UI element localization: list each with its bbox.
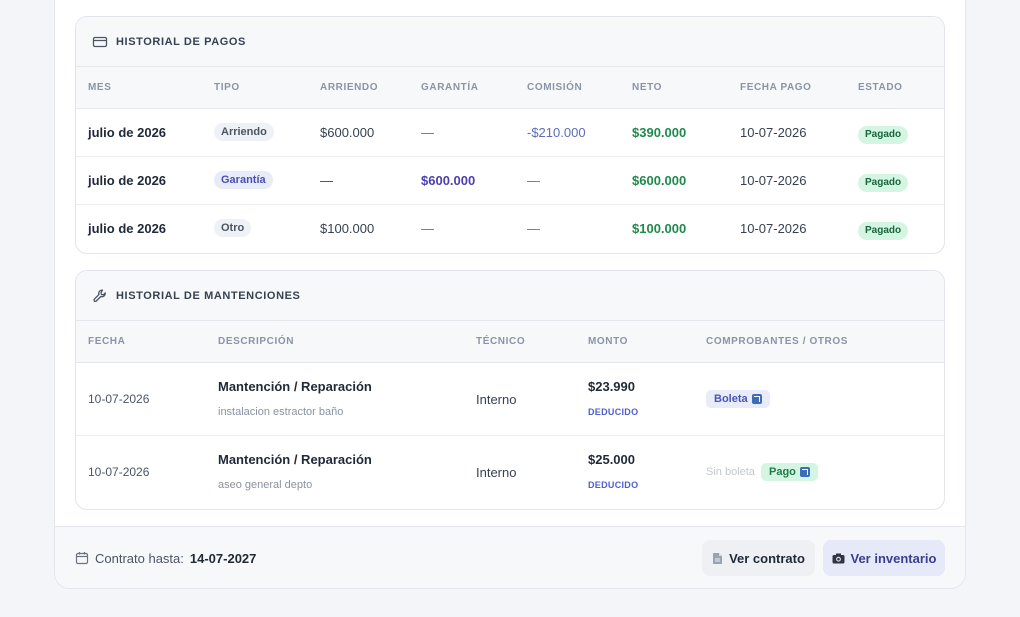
deducido-label: DEDUCIDO xyxy=(588,407,639,417)
row-neto: $390.000 xyxy=(632,125,687,140)
col-mes: MES xyxy=(88,82,112,93)
row-fecha: 10-07-2026 xyxy=(740,173,807,188)
row-fecha: 10-07-2026 xyxy=(88,392,150,406)
row-arriendo: $600.000 xyxy=(320,125,375,140)
row-mes: julio de 2026 xyxy=(88,125,167,140)
payments-history-header: HISTORIAL DE PAGOS xyxy=(76,17,944,67)
table-row: julio de 2026 Garantía — $600.000 — $600… xyxy=(76,157,944,205)
ver-contrato-label: Ver contrato xyxy=(729,550,805,566)
tipo-badge: Garantía xyxy=(214,171,273,189)
sin-boleta-label: Sin boleta xyxy=(706,466,755,478)
document-icon xyxy=(712,552,723,565)
row-detalle: aseo general depto xyxy=(218,479,313,491)
col-descripcion: DESCRIPCIÓN xyxy=(218,336,295,347)
col-fecha: FECHA xyxy=(88,336,126,347)
col-arriendo: ARRIENDO xyxy=(320,82,379,93)
boleta-label: Boleta xyxy=(714,393,748,405)
row-garantia: $600.000 xyxy=(421,173,476,188)
row-neto: $100.000 xyxy=(632,221,687,236)
status-badge: Pagado xyxy=(858,174,909,192)
row-monto: $25.000 xyxy=(588,452,635,467)
wrench-icon xyxy=(92,288,108,304)
table-row: julio de 2026 Otro $100.000 — — $100.000… xyxy=(76,205,944,253)
pago-label: Pago xyxy=(769,466,796,478)
contract-label: Contrato hasta: xyxy=(95,550,184,566)
row-fecha: 10-07-2026 xyxy=(88,465,150,479)
calendar-icon xyxy=(75,551,89,565)
pago-link[interactable]: Pago xyxy=(761,463,818,481)
col-comision: COMISIÓN xyxy=(527,82,583,93)
maintenance-history-title: HISTORIAL DE MANTENCIONES xyxy=(116,289,301,302)
row-comision: — xyxy=(527,173,540,188)
maintenance-history-header: HISTORIAL DE MANTENCIONES xyxy=(76,271,944,321)
contract-date: 14-07-2027 xyxy=(189,550,257,566)
maintenance-history-section: HISTORIAL DE MANTENCIONES FECHA DESCRIPC… xyxy=(75,270,945,510)
row-tecnico: Interno xyxy=(476,465,517,480)
table-row: 10-07-2026 Mantención / Reparación insta… xyxy=(76,363,944,436)
ver-inventario-button[interactable]: Ver inventario xyxy=(823,540,945,576)
payments-history-title: HISTORIAL DE PAGOS xyxy=(116,35,246,48)
row-neto: $600.000 xyxy=(632,173,687,188)
boleta-link[interactable]: Boleta xyxy=(706,390,770,408)
row-titulo: Mantención / Reparación xyxy=(218,379,372,394)
row-mes: julio de 2026 xyxy=(88,221,167,236)
col-estado: ESTADO xyxy=(858,82,903,93)
external-link-icon xyxy=(799,467,810,477)
credit-card-icon xyxy=(92,34,108,50)
payments-history-section: HISTORIAL DE PAGOS MES TIPO ARRIENDO GAR… xyxy=(75,16,945,254)
row-comision: -$210.000 xyxy=(527,125,586,140)
row-fecha: 10-07-2026 xyxy=(740,221,807,236)
col-tipo: TIPO xyxy=(214,82,240,93)
row-monto: $23.990 xyxy=(588,379,635,394)
row-garantia: — xyxy=(421,125,434,140)
contract-info: Contrato hasta: 14-07-2027 xyxy=(75,527,256,589)
row-mes: julio de 2026 xyxy=(88,173,167,188)
row-arriendo: $100.000 xyxy=(320,221,375,236)
table-row: julio de 2026 Arriendo $600.000 — -$210.… xyxy=(76,109,944,157)
ver-contrato-button[interactable]: Ver contrato xyxy=(702,540,815,576)
table-row: 10-07-2026 Mantención / Reparación aseo … xyxy=(76,436,944,509)
col-garantia: GARANTÍA xyxy=(421,82,479,93)
col-tecnico: TÉCNICO xyxy=(476,336,526,347)
col-fecha-pago: FECHA PAGO xyxy=(740,82,812,93)
row-garantia: — xyxy=(421,221,434,236)
col-neto: NETO xyxy=(632,82,662,93)
row-titulo: Mantención / Reparación xyxy=(218,452,372,467)
card-footer: Contrato hasta: 14-07-2027 Ver contrato … xyxy=(55,526,965,588)
tipo-badge: Arriendo xyxy=(214,123,274,141)
external-link-icon xyxy=(751,394,762,404)
camera-icon xyxy=(832,553,845,564)
tipo-badge: Otro xyxy=(214,219,252,237)
col-monto: MONTO xyxy=(588,336,629,347)
col-comprobantes: COMPROBANTES / OTROS xyxy=(706,336,849,347)
deducido-label: DEDUCIDO xyxy=(588,480,639,490)
maintenance-table-header: FECHA DESCRIPCIÓN TÉCNICO MONTO COMPROBA… xyxy=(76,321,944,363)
row-fecha: 10-07-2026 xyxy=(740,125,807,140)
row-tecnico: Interno xyxy=(476,392,517,407)
status-badge: Pagado xyxy=(858,126,909,144)
row-detalle: instalacion estractor baño xyxy=(218,406,344,418)
row-comision: — xyxy=(527,221,540,236)
payments-table-header: MES TIPO ARRIENDO GARANTÍA COMISIÓN NETO… xyxy=(76,67,944,109)
status-badge: Pagado xyxy=(858,222,909,240)
row-arriendo: — xyxy=(320,173,333,188)
ver-inventario-label: Ver inventario xyxy=(850,550,937,566)
